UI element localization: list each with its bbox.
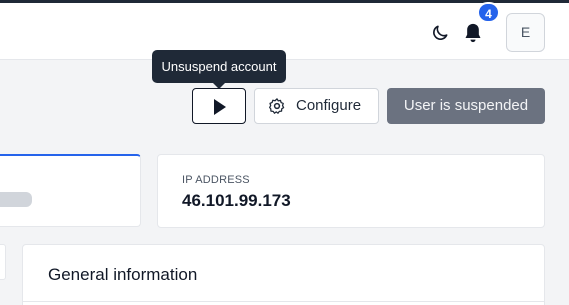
ip-address-value: 46.101.99.173 — [182, 191, 291, 210]
avatar[interactable]: E — [506, 13, 545, 52]
configure-label: Configure — [296, 97, 362, 114]
unsuspend-button[interactable] — [192, 88, 246, 124]
bell-icon[interactable] — [463, 22, 483, 44]
notification-count-badge: 4 — [477, 2, 500, 23]
general-information-title: General information — [48, 265, 198, 284]
play-icon — [214, 99, 226, 115]
loading-skeleton — [0, 192, 32, 207]
card-divider — [23, 301, 544, 302]
ip-address-label: IP ADDRESS — [182, 174, 250, 186]
configure-button[interactable]: Configure — [254, 88, 379, 124]
user-suspended-status-button[interactable]: User is suspended — [387, 88, 545, 124]
moon-icon[interactable] — [430, 23, 450, 43]
unsuspend-tooltip: Unsuspend account — [152, 50, 286, 83]
gear-icon — [269, 98, 285, 114]
sidebar-panel — [0, 244, 6, 280]
info-card-left — [0, 154, 141, 227]
ip-address-card: IP ADDRESS 46.101.99.173 — [157, 154, 545, 228]
general-information-card: General information — [22, 244, 545, 305]
